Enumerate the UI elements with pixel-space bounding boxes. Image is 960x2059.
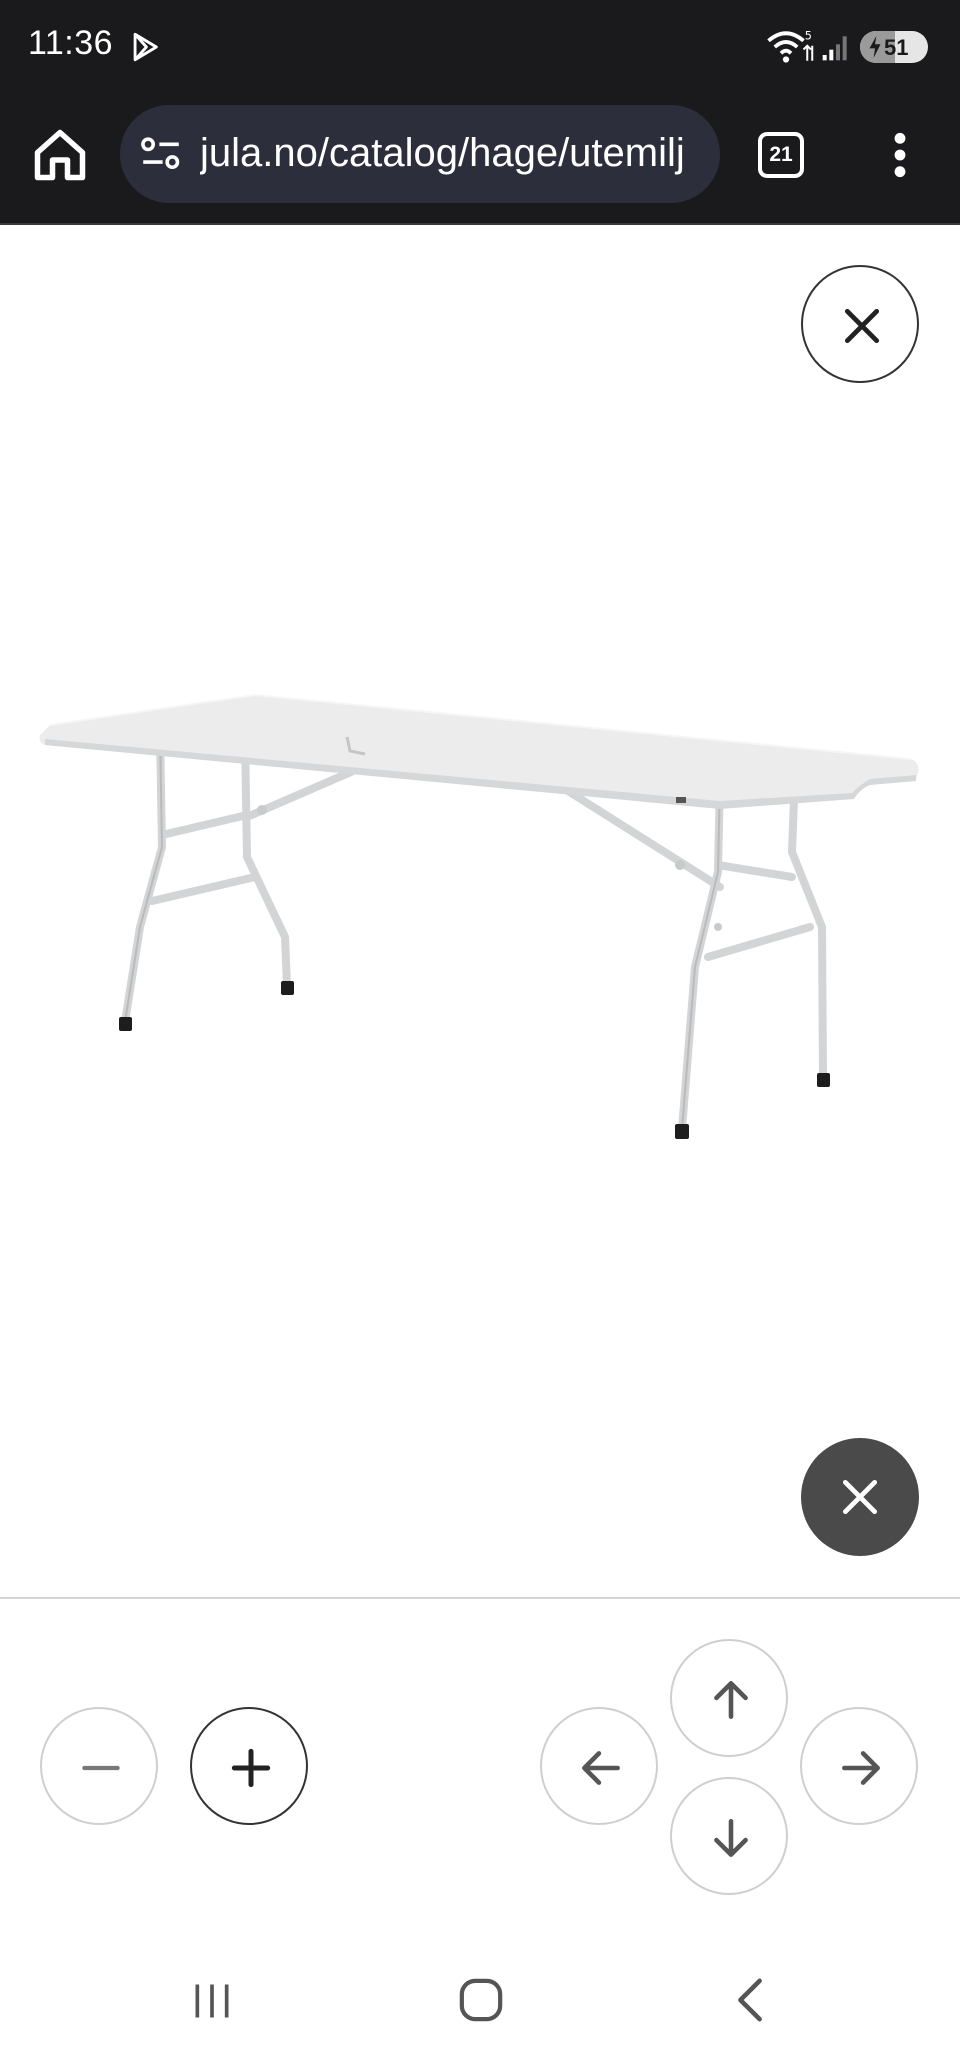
close-button-bottom[interactable] [801,1438,919,1556]
plus-icon [231,1748,271,1788]
nav-home-icon[interactable] [458,1977,504,2023]
arrow-right-icon [842,1751,880,1785]
back-icon[interactable] [732,1977,768,2023]
signal-icon [822,36,847,61]
system-nav-bar [0,1939,960,2059]
battery-icon: 51 [860,31,928,63]
arrow-left-icon [582,1751,620,1785]
viewer-controls [0,1599,960,1939]
arrow-up-icon [714,1681,748,1719]
wifi-icon: 5 [767,30,814,63]
minus-icon [82,1765,120,1771]
product-image [39,693,919,1139]
pan-right-button[interactable] [800,1707,918,1825]
svg-text:5: 5 [805,30,812,43]
arrow-down-icon [714,1819,748,1857]
more-vert-icon[interactable] [880,130,920,180]
recents-icon[interactable] [190,1979,234,2023]
home-icon[interactable] [30,125,90,185]
tab-switcher-button[interactable]: 21 [758,132,804,178]
site-settings-icon[interactable] [140,135,182,173]
close-icon [844,308,880,344]
pan-down-button[interactable] [670,1777,788,1895]
zoom-out-button[interactable] [40,1707,158,1825]
pan-up-button[interactable] [670,1639,788,1757]
image-viewer [0,227,960,1597]
battery-level: 51 [884,35,909,60]
url-bar[interactable]: jula.no/catalog/hage/utemilj [120,105,720,203]
browser-toolbar: jula.no/catalog/hage/utemilj 21 [0,95,960,225]
status-bar: 11:36 5 51 [0,0,960,95]
url-text[interactable]: jula.no/catalog/hage/utemilj [200,131,700,179]
pan-left-button[interactable] [540,1707,658,1825]
close-button-top[interactable] [801,265,919,383]
zoom-in-button[interactable] [190,1707,308,1825]
status-time: 11:36 [28,24,114,62]
close-icon [842,1479,878,1515]
play-store-icon [133,32,158,62]
